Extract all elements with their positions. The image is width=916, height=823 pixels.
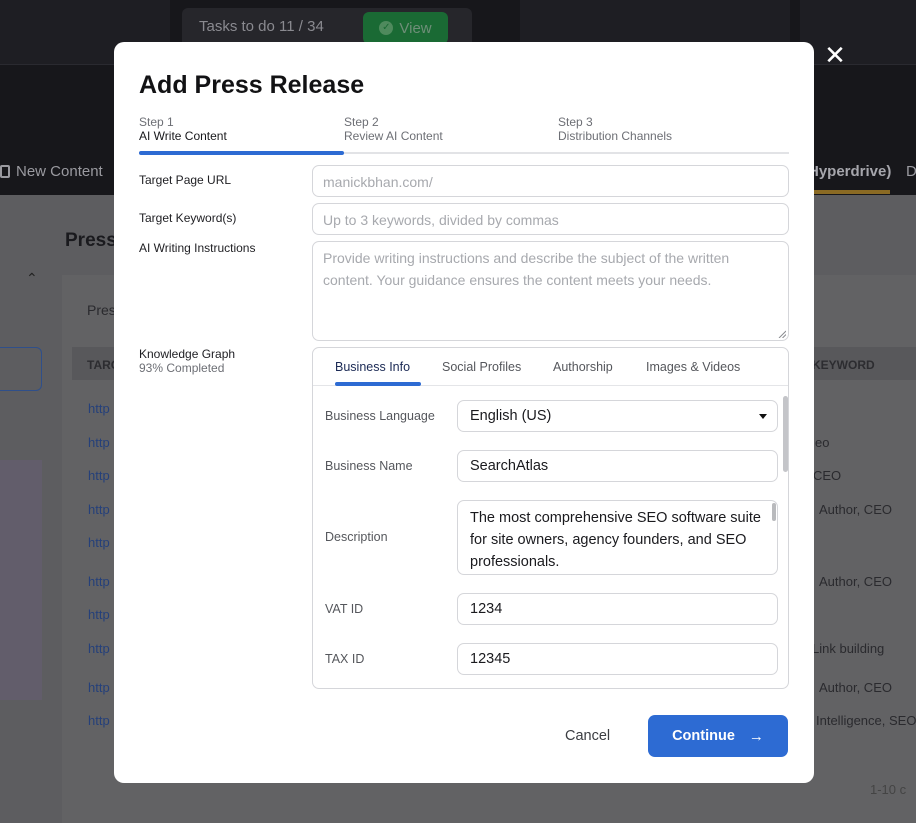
table-row-link[interactable]: http bbox=[88, 535, 110, 550]
tab-active-indicator bbox=[335, 382, 421, 386]
caret-down-icon bbox=[759, 414, 767, 419]
instructions-label: AI Writing Instructions bbox=[139, 241, 256, 255]
step-name: AI Write Content bbox=[139, 129, 227, 143]
business-name-input[interactable]: SearchAtlas bbox=[457, 450, 778, 482]
table-row-keyword: Link building bbox=[812, 641, 885, 656]
table-row-keyword: Intelligence, SEO bbox=[816, 713, 916, 728]
tax-id-label: TAX ID bbox=[325, 652, 365, 666]
description-value: The most comprehensive SEO software suit… bbox=[470, 510, 761, 570]
sidebar-panel bbox=[0, 460, 42, 700]
cancel-button[interactable]: Cancel bbox=[565, 728, 610, 744]
view-tasks-button[interactable]: ✓ View bbox=[363, 12, 448, 44]
table-row-keyword: Author, CEO bbox=[819, 574, 892, 589]
vat-id-input[interactable]: 1234 bbox=[457, 593, 778, 625]
table-row-link[interactable]: http bbox=[88, 641, 110, 656]
business-language-label: Business Language bbox=[325, 409, 435, 423]
vat-id-label: VAT ID bbox=[325, 602, 364, 616]
nav-next-item[interactable]: D bbox=[906, 163, 916, 180]
business-language-value: English (US) bbox=[470, 408, 552, 424]
target-keywords-label: Target Keyword(s) bbox=[139, 211, 237, 225]
business-name-label: Business Name bbox=[325, 459, 413, 473]
table-row-keyword: eo bbox=[815, 435, 830, 450]
instructions-placeholder: Provide writing instructions and describ… bbox=[323, 250, 730, 288]
resize-handle-icon[interactable] bbox=[778, 330, 786, 338]
page-title: Press bbox=[65, 230, 117, 251]
close-icon[interactable]: ✕ bbox=[822, 42, 848, 68]
stepper: Step 1 AI Write Content Step 2 Review AI… bbox=[139, 115, 789, 155]
view-tasks-label: View bbox=[399, 19, 432, 37]
modal-title: Add Press Release bbox=[139, 71, 365, 99]
step-number: Step 2 bbox=[344, 115, 379, 129]
tab-business-info[interactable]: Business Info bbox=[335, 360, 410, 374]
table-row-keyword: CEO bbox=[813, 468, 842, 483]
step-3[interactable]: Step 3 Distribution Channels bbox=[558, 115, 672, 143]
panel-scrollbar[interactable] bbox=[783, 396, 788, 472]
nav-new-content[interactable]: New Content bbox=[0, 163, 103, 180]
knowledge-graph-panel: Business Info Social Profiles Authorship… bbox=[312, 347, 789, 689]
knowledge-graph-tabs: Business Info Social Profiles Authorship… bbox=[313, 348, 788, 386]
table-row-link[interactable]: http bbox=[88, 401, 110, 416]
table-row-link[interactable]: http bbox=[88, 713, 110, 728]
tasks-counter: Tasks to do 11 / 34 bbox=[199, 18, 324, 35]
card-title: Pres bbox=[87, 302, 116, 318]
step-name: Review AI Content bbox=[344, 129, 443, 143]
description-label: Description bbox=[325, 530, 388, 544]
sidebar-selected-item[interactable] bbox=[0, 347, 42, 391]
step-number: Step 1 bbox=[139, 115, 174, 129]
description-textarea[interactable]: The most comprehensive SEO software suit… bbox=[457, 500, 778, 575]
knowledge-graph-label: Knowledge Graph bbox=[139, 347, 236, 361]
table-row-link[interactable]: http bbox=[88, 680, 110, 695]
add-press-release-modal: Add Press Release Step 1 AI Write Conten… bbox=[114, 42, 814, 783]
target-keywords-input[interactable]: Up to 3 keywords, divided by commas bbox=[312, 203, 789, 235]
target-url-label: Target Page URL bbox=[139, 173, 232, 187]
document-icon bbox=[0, 165, 10, 178]
tab-authorship[interactable]: Authorship bbox=[553, 360, 613, 374]
header-block-far-right bbox=[800, 0, 916, 64]
continue-label: Continue bbox=[672, 728, 735, 744]
continue-button[interactable]: Continue → bbox=[648, 715, 788, 757]
step-number: Step 3 bbox=[558, 115, 593, 129]
pagination-info: 1-10 c bbox=[870, 782, 907, 797]
table-row-link[interactable]: http bbox=[88, 468, 110, 483]
tab-social-profiles[interactable]: Social Profiles bbox=[442, 360, 521, 374]
tax-id-input[interactable]: 12345 bbox=[457, 643, 778, 675]
table-row-link[interactable]: http bbox=[88, 502, 110, 517]
stepper-progress bbox=[139, 151, 344, 155]
tab-images-videos[interactable]: Images & Videos bbox=[646, 360, 740, 374]
step-1[interactable]: Step 1 AI Write Content bbox=[139, 115, 227, 143]
target-url-input[interactable]: manickbhan.com/ bbox=[312, 165, 789, 197]
check-circle-icon: ✓ bbox=[379, 21, 394, 35]
business-language-select[interactable]: English (US) bbox=[457, 400, 778, 432]
arrow-right-icon: → bbox=[748, 727, 764, 745]
nav-hyperdrive[interactable]: Hyperdrive) bbox=[808, 163, 891, 180]
knowledge-graph-completion: 93% Completed bbox=[139, 361, 225, 375]
table-row-link[interactable]: http bbox=[88, 574, 110, 589]
instructions-textarea[interactable]: Provide writing instructions and describ… bbox=[312, 241, 789, 341]
table-row-link[interactable]: http bbox=[88, 607, 110, 622]
table-header-keyword: KEYWORD bbox=[812, 358, 875, 372]
table-row-link[interactable]: http bbox=[88, 435, 110, 450]
chevron-up-icon[interactable]: ⌃ bbox=[26, 270, 38, 287]
table-row-keyword: Author, CEO bbox=[819, 502, 892, 517]
table-row-keyword: Author, CEO bbox=[819, 680, 892, 695]
step-name: Distribution Channels bbox=[558, 129, 673, 143]
nav-new-content-label: New Content bbox=[16, 163, 103, 180]
description-scrollbar[interactable] bbox=[772, 503, 776, 521]
step-2[interactable]: Step 2 Review AI Content bbox=[344, 115, 443, 143]
nav-active-indicator bbox=[808, 190, 890, 194]
